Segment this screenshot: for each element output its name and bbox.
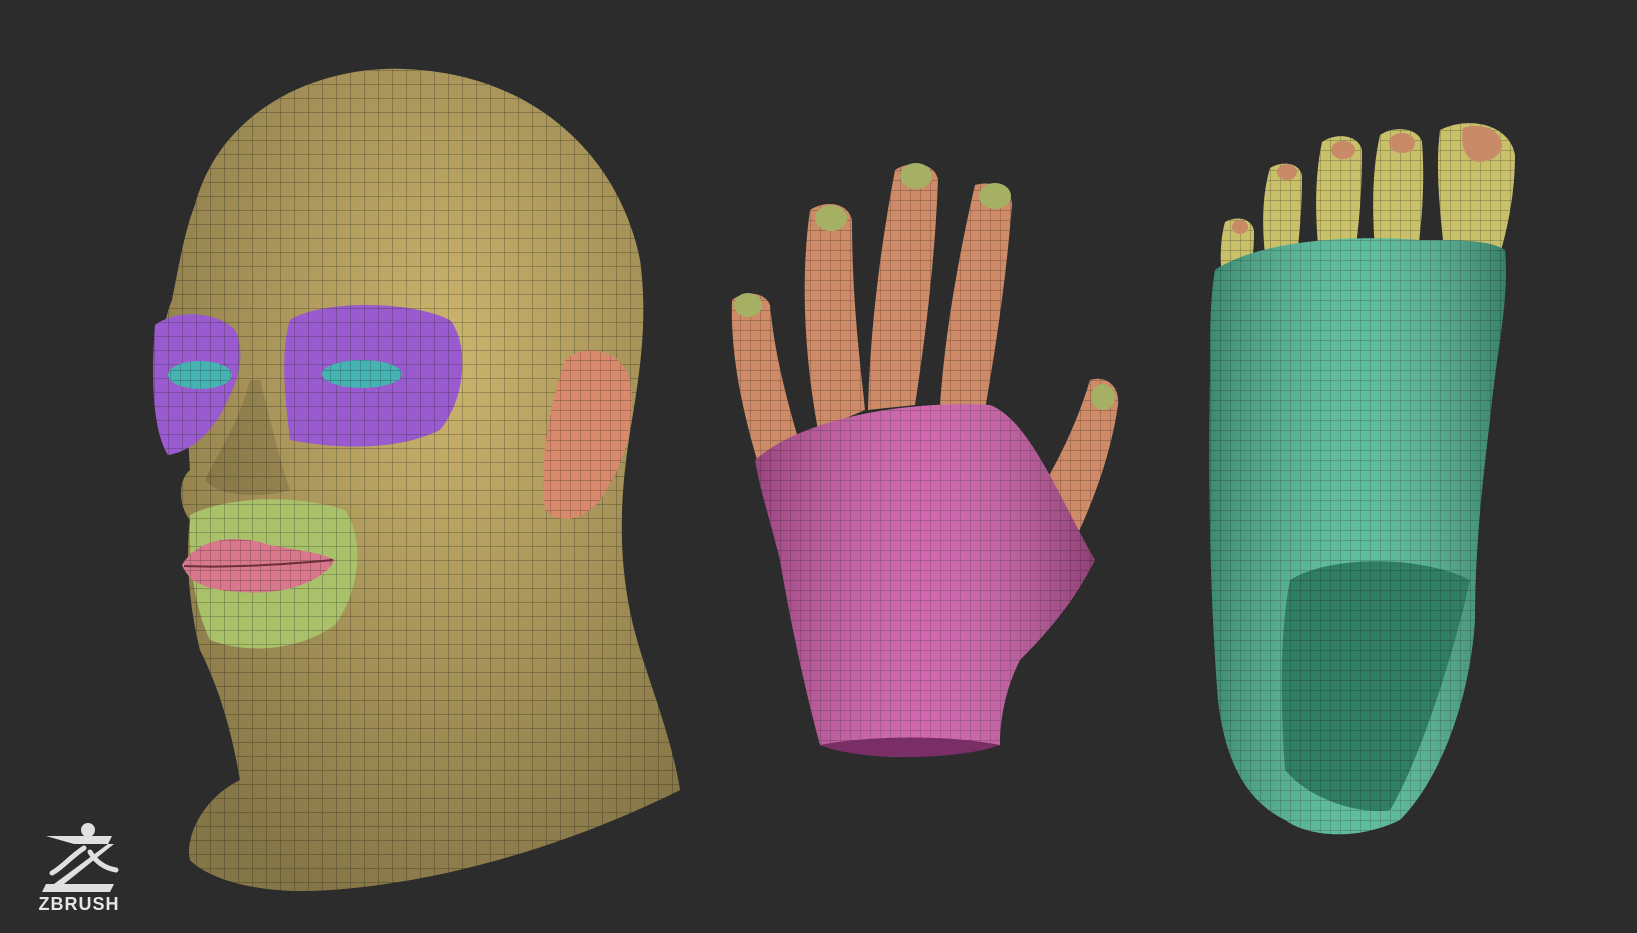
nail-ring: [815, 205, 847, 231]
zbrush-logo-text: ZBRUSH: [38, 894, 120, 914]
nail-thumb: [1091, 384, 1115, 410]
model-scene: [153, 68, 1515, 891]
toenail-third: [1331, 141, 1355, 159]
toenail-fourth: [1277, 164, 1297, 180]
head-model: [153, 68, 681, 891]
toenail-second: [1389, 133, 1415, 153]
foot-model: [1209, 123, 1515, 835]
nail-index: [979, 183, 1011, 209]
zbrush-logo: ZBRUSH: [24, 818, 134, 918]
viewport: ZBRUSH: [0, 0, 1637, 933]
hand-model: [731, 163, 1119, 758]
toenail-little: [1232, 220, 1248, 234]
nail-middle: [900, 163, 932, 189]
zbrush-figure-icon: [42, 823, 119, 892]
nail-pinky: [734, 293, 762, 317]
